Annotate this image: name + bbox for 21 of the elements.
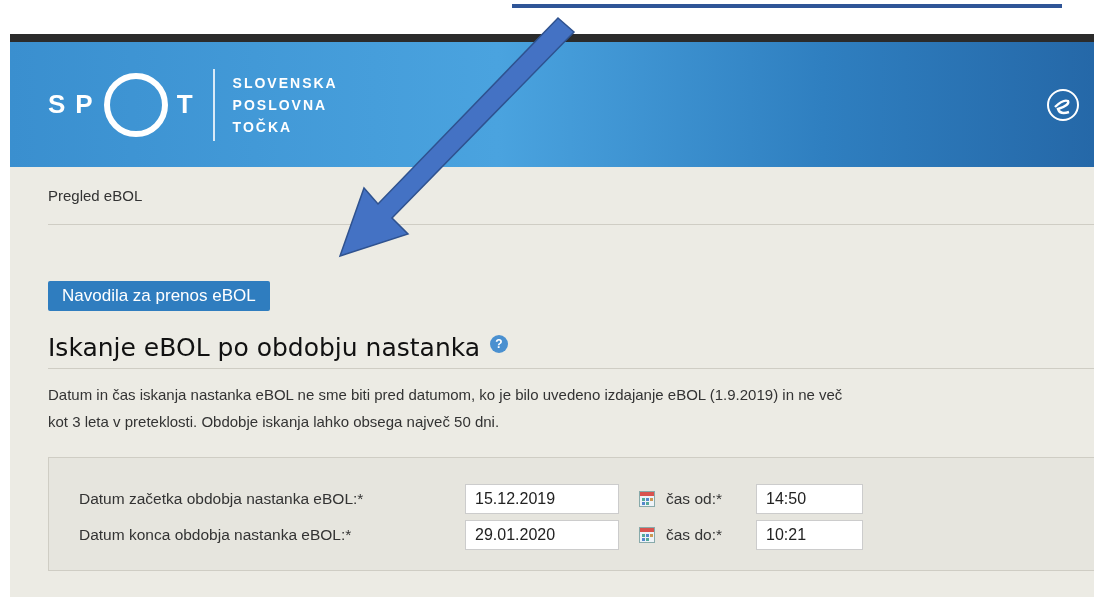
logo-word: POSLOVNA <box>232 96 329 113</box>
field-label: čas od:* <box>666 490 723 508</box>
date-field[interactable]: 15.12.2019 <box>465 484 619 514</box>
time-field[interactable]: 14:50 <box>756 484 863 514</box>
time-field[interactable]: 10:21 <box>756 520 863 550</box>
field-label: Datum konca obdobja nastanka eBOL:* <box>79 526 353 544</box>
breadcrumb[interactable]: Pregled eBOL <box>48 187 143 204</box>
field-label: čas do:* <box>666 526 723 544</box>
description-text: Datum in čas iskanja nastanka eBOL ne sme biti pred datumom, ko je bilo uvedeno izdajanje eBOL (1.9.2019) in ne več kot 3 leta v preteklosti. Obdobje iskanja lahko obsega največ 50 dni. <box>48 385 844 432</box>
calendar-icon[interactable] <box>639 527 655 543</box>
logo-word: SLOVENSKA <box>232 74 338 91</box>
logo-letter: P <box>75 89 95 120</box>
circle-logo-icon <box>102 71 169 138</box>
instructions-button[interactable]: Navodila za prenos eBOL <box>48 281 270 311</box>
calendar-icon[interactable] <box>639 491 655 507</box>
logo-word: TOČKA <box>232 118 294 135</box>
page-heading: Iskanje eBOL po obdobju nastanka <box>48 333 481 362</box>
logo-letter: T <box>176 89 195 120</box>
field-label: Datum začetka obdobja nastanka eBOL:* <box>79 490 365 508</box>
date-field[interactable]: 29.01.2020 <box>465 520 619 550</box>
logo-letter: S <box>48 89 68 120</box>
